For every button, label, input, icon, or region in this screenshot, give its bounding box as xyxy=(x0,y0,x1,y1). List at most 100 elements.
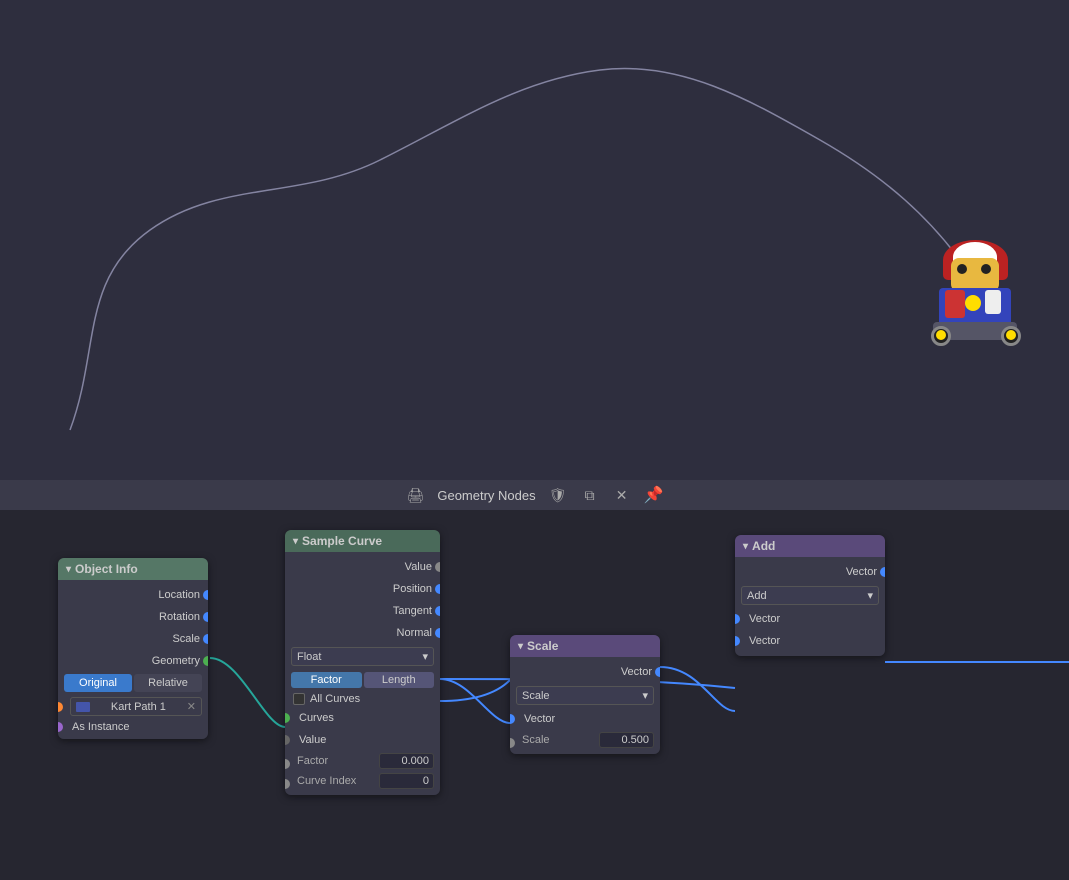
factor-field-label: Factor xyxy=(297,755,375,767)
location-socket xyxy=(203,590,208,600)
node-sample-curve-title: Sample Curve xyxy=(302,534,382,548)
sc-tangent-label: Tangent xyxy=(293,605,432,617)
sc-tangent-socket xyxy=(435,606,440,616)
sc-value-socket xyxy=(435,562,440,572)
sc-position-label: Position xyxy=(293,583,432,595)
as-instance-socket xyxy=(58,722,63,732)
curve-index-input[interactable]: 0 xyxy=(379,773,434,789)
scale-chevron-icon: ▾ xyxy=(642,689,648,702)
location-label: Location xyxy=(66,589,200,601)
node-scale: ▾ Scale Vector Scale ▾ Vector xyxy=(510,635,660,754)
add-vector2-row: Vector xyxy=(735,630,885,652)
toggle-row: Original Relative xyxy=(58,672,208,694)
scale-vector-out-socket xyxy=(655,667,660,677)
add-dropdown[interactable]: Add ▾ xyxy=(741,586,879,605)
curve-index-label: Curve Index xyxy=(297,775,375,787)
all-curves-checkbox[interactable] xyxy=(293,693,305,705)
curve-index-socket xyxy=(285,779,290,789)
node-scale-title: Scale xyxy=(527,639,558,653)
node-object-info-header: ▾ Object Info xyxy=(58,558,208,580)
sc-value-in-socket xyxy=(285,735,290,745)
node-object-info-title: Object Info xyxy=(75,562,138,576)
type-dropdown-value: Float xyxy=(297,651,321,663)
scale-value-input[interactable]: 0.500 xyxy=(599,732,654,748)
sc-normal-socket xyxy=(435,628,440,638)
type-dropdown-row: Float ▾ xyxy=(285,644,440,669)
kart-character xyxy=(931,240,1021,360)
close-icon[interactable]: ✕ xyxy=(612,485,632,505)
scale-label: Scale xyxy=(66,633,200,645)
as-instance-row: As Instance xyxy=(58,719,208,735)
scale-vector-out-label: Vector xyxy=(518,666,652,678)
add-vector2-label: Vector xyxy=(749,635,780,647)
type-dropdown[interactable]: Float ▾ xyxy=(291,647,434,666)
add-vector-out-socket xyxy=(880,567,885,577)
pin-icon[interactable]: 📌 xyxy=(644,485,664,505)
node-row-location: Location xyxy=(58,584,208,606)
add-vector2-socket xyxy=(735,636,740,646)
add-dropdown-row: Add ▾ xyxy=(735,583,885,608)
add-chevron-icon: ▾ xyxy=(867,589,873,602)
node-object-info: ▾ Object Info Location Rotation Scale Ge… xyxy=(58,558,208,739)
sc-tangent-row: Tangent xyxy=(285,600,440,622)
add-vector1-socket xyxy=(735,614,740,624)
kart-path-label: Kart Path 1 xyxy=(111,701,166,713)
sc-position-row: Position xyxy=(285,578,440,600)
sc-normal-label: Normal xyxy=(293,627,432,639)
scale-vector-out-row: Vector xyxy=(510,661,660,683)
node-scale-body: Vector Scale ▾ Vector Scale 0.500 xyxy=(510,657,660,754)
node-add: ▾ Add Vector Add ▾ Vector xyxy=(735,535,885,656)
copy-icon[interactable]: ⧉ xyxy=(580,485,600,505)
sc-position-socket xyxy=(435,584,440,594)
viewport xyxy=(0,0,1069,480)
add-vector1-row: Vector xyxy=(735,608,885,630)
node-editor: ▾ Object Info Location Rotation Scale Ge… xyxy=(0,510,1069,880)
node-row-scale: Scale xyxy=(58,628,208,650)
scale-value-label: Scale xyxy=(522,734,595,746)
object-input-row: Kart Path 1 ✕ xyxy=(58,694,208,719)
as-instance-label: As Instance xyxy=(72,721,129,733)
scale-socket xyxy=(203,634,208,644)
node-sample-curve-body: Value Position Tangent Normal Float ▾ xyxy=(285,552,440,795)
scale-dropdown-value: Scale xyxy=(522,690,550,702)
relative-button[interactable]: Relative xyxy=(134,674,202,692)
curve-index-row: Curve Index 0 xyxy=(285,771,440,791)
sc-curves-socket xyxy=(285,713,290,723)
sc-value-row: Value xyxy=(285,556,440,578)
node-object-info-body: Location Rotation Scale Geometry Origina… xyxy=(58,580,208,739)
shield-icon[interactable]: 🛡 xyxy=(548,485,568,505)
factor-length-row: Factor Length xyxy=(285,669,440,691)
length-button[interactable]: Length xyxy=(364,672,435,688)
factor-value-row: Factor 0.000 xyxy=(285,751,440,771)
factor-value-input[interactable]: 0.000 xyxy=(379,753,434,769)
add-vector-out-label: Vector xyxy=(743,566,877,578)
sc-value-input-row: Value xyxy=(285,729,440,751)
node-scale-header: ▾ Scale xyxy=(510,635,660,657)
sc-curves-input-row: Curves xyxy=(285,707,440,729)
kart-path-field[interactable]: Kart Path 1 ✕ xyxy=(70,697,202,716)
sc-normal-row: Normal xyxy=(285,622,440,644)
rotation-socket xyxy=(203,612,208,622)
factor-socket xyxy=(285,759,290,769)
toolbar: 🖨 Geometry Nodes 🛡 ⧉ ✕ 📌 xyxy=(0,480,1069,510)
node-sample-curve-header: ▾ Sample Curve xyxy=(285,530,440,552)
all-curves-row: All Curves xyxy=(285,691,440,707)
curve-path xyxy=(0,0,1069,480)
original-button[interactable]: Original xyxy=(64,674,132,692)
toolbar-title: Geometry Nodes xyxy=(437,488,535,503)
add-dropdown-value: Add xyxy=(747,590,767,602)
sc-value-input-label: Value xyxy=(299,734,326,746)
object-input-socket xyxy=(58,702,63,712)
add-vector-out-row: Vector xyxy=(735,561,885,583)
scale-dropdown[interactable]: Scale ▾ xyxy=(516,686,654,705)
factor-button[interactable]: Factor xyxy=(291,672,362,688)
add-vector1-label: Vector xyxy=(749,613,780,625)
kart-path-icon xyxy=(76,702,90,712)
scale-vector-in-label: Vector xyxy=(524,713,555,725)
geometry-label: Geometry xyxy=(66,655,200,667)
printer-icon[interactable]: 🖨 xyxy=(405,485,425,505)
chevron-down-icon: ▾ xyxy=(422,650,428,663)
scale-dropdown-row: Scale ▾ xyxy=(510,683,660,708)
kart-path-close[interactable]: ✕ xyxy=(187,700,196,713)
scale-vector-in-row: Vector xyxy=(510,708,660,730)
